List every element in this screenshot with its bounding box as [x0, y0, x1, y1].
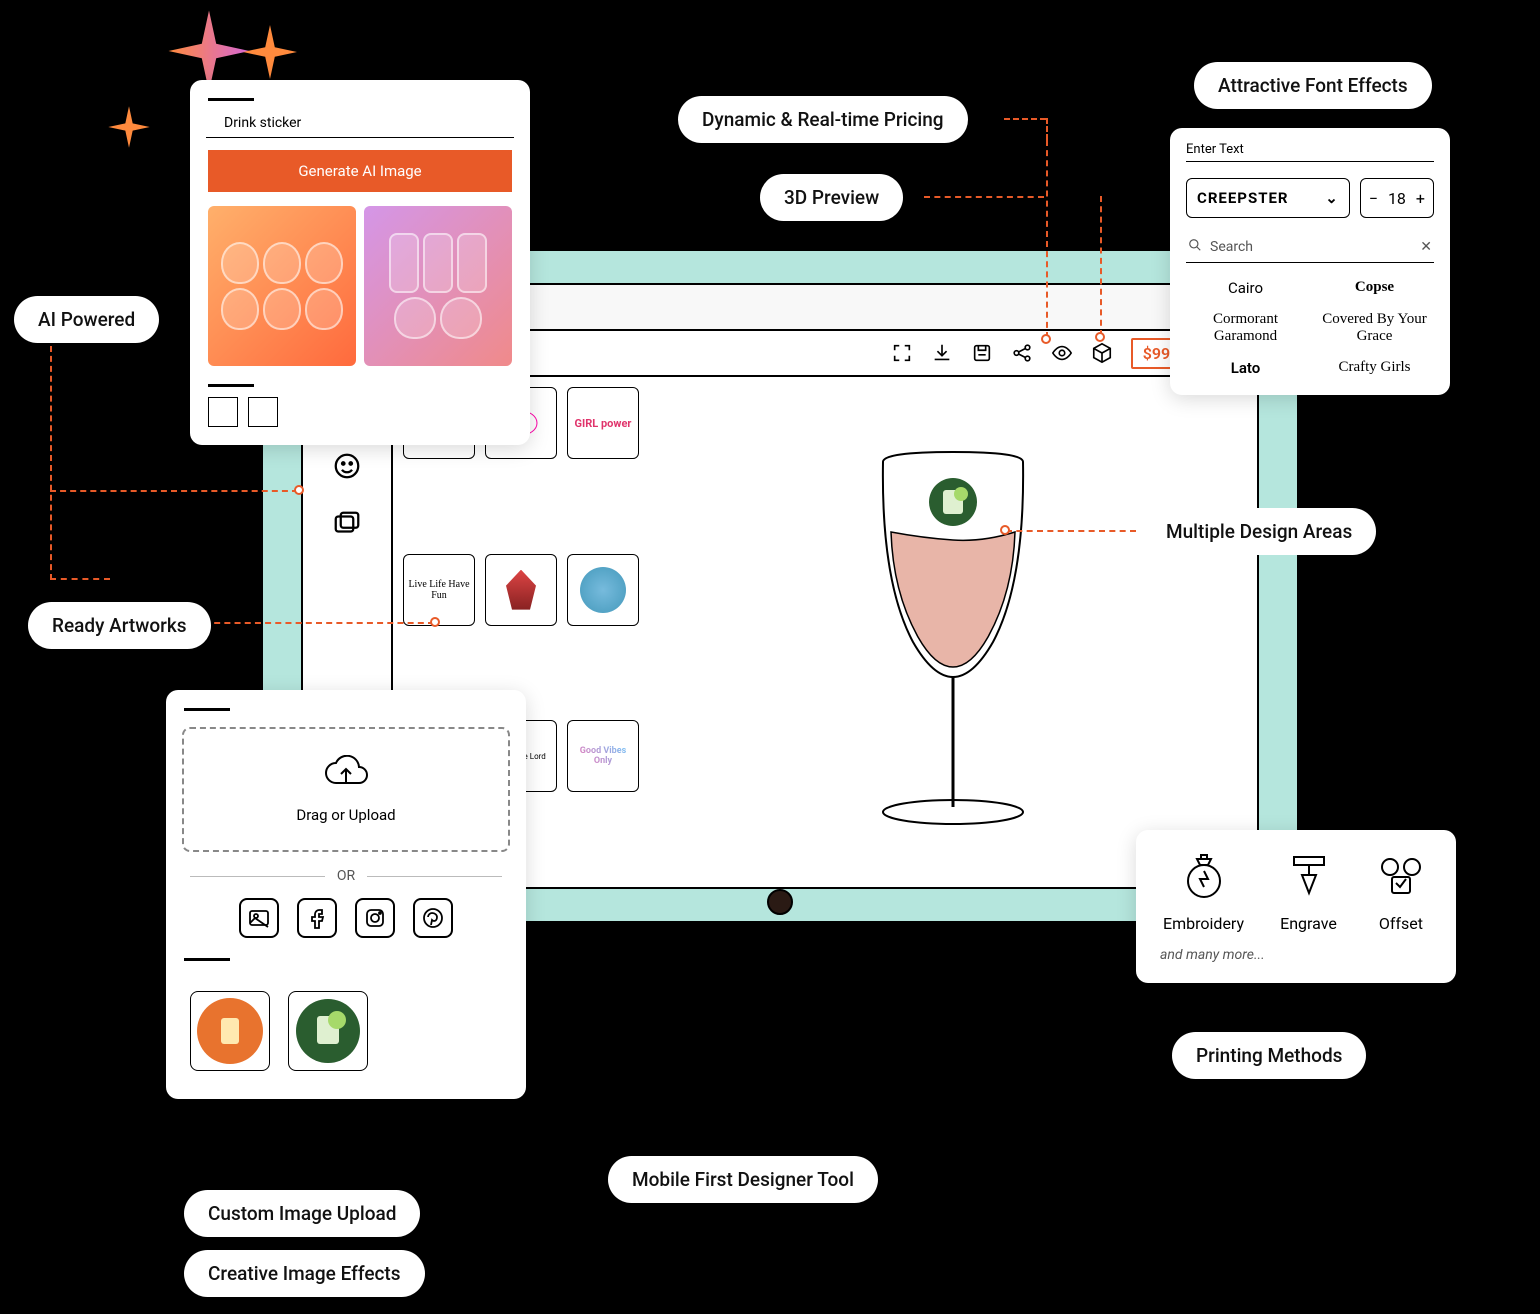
photo-tool-icon[interactable] — [332, 509, 362, 539]
artwork-thumb[interactable]: Live Life Have Fun — [403, 554, 475, 626]
print-method-label: Embroidery — [1163, 914, 1244, 933]
font-card: Enter Text CREEPSTER ⌄ − 18 + Search ✕ C… — [1170, 128, 1450, 395]
plus-icon[interactable]: + — [1416, 189, 1425, 208]
feature-upload-pill: Custom Image Upload — [184, 1190, 420, 1237]
font-option[interactable]: Crafty Girls — [1315, 359, 1434, 377]
sparkle-icon — [106, 104, 152, 150]
feature-mobile-pill: Mobile First Designer Tool — [608, 1156, 878, 1203]
font-size-stepper[interactable]: − 18 + — [1360, 178, 1434, 218]
print-method[interactable]: Offset — [1373, 848, 1429, 933]
preview-icon[interactable] — [1051, 342, 1073, 364]
print-method[interactable]: Embroidery — [1163, 848, 1244, 933]
uploaded-image-thumb[interactable] — [288, 991, 368, 1071]
instagram-icon[interactable] — [355, 898, 395, 938]
feature-ai-pill: AI Powered — [14, 296, 159, 343]
monitor-camera — [767, 889, 793, 915]
print-method[interactable]: Engrave — [1280, 848, 1337, 933]
expand-icon[interactable] — [891, 342, 913, 364]
upload-dropzone[interactable]: Drag or Upload — [182, 727, 510, 852]
ai-result-image[interactable] — [208, 206, 356, 366]
ai-input-value[interactable]: Drink sticker — [206, 115, 514, 138]
ai-option-square[interactable] — [248, 397, 278, 427]
emoji-tool-icon[interactable] — [332, 451, 362, 481]
font-option[interactable]: Cairo — [1186, 279, 1305, 297]
font-option[interactable]: Copse — [1315, 279, 1434, 297]
save-icon[interactable] — [971, 342, 993, 364]
upload-card: Drag or Upload OR — [166, 690, 526, 1099]
product-wine-glass — [843, 432, 1063, 832]
embroidery-icon — [1176, 848, 1232, 904]
artwork-thumb[interactable] — [485, 554, 557, 626]
font-enter-text-label: Enter Text — [1170, 142, 1450, 161]
cloud-upload-icon — [210, 755, 482, 800]
engrave-icon — [1281, 848, 1337, 904]
font-option[interactable]: Cormorant Garamond — [1186, 311, 1305, 345]
print-method-label: Offset — [1373, 914, 1429, 933]
artwork-thumb[interactable]: GIRL power — [567, 387, 639, 459]
minus-icon[interactable]: − — [1369, 189, 1378, 208]
or-divider: OR — [166, 868, 526, 884]
font-option[interactable]: Lato — [1186, 359, 1305, 377]
monitor-stand — [680, 924, 880, 1084]
pinterest-icon[interactable] — [413, 898, 453, 938]
cube-3d-icon[interactable] — [1091, 342, 1113, 364]
feature-effects-pill: Creative Image Effects — [184, 1250, 425, 1297]
artwork-thumb[interactable] — [567, 554, 639, 626]
printing-card: Embroidery Engrave Offset and many more.… — [1136, 830, 1456, 983]
sparkle-icon — [240, 22, 300, 82]
print-more-text: and many more... — [1136, 943, 1456, 983]
share-icon[interactable] — [1011, 342, 1033, 364]
font-search-input[interactable]: Search ✕ — [1186, 232, 1434, 263]
font-search-placeholder: Search — [1210, 239, 1253, 255]
ai-result-image[interactable] — [364, 206, 512, 366]
gallery-icon[interactable] — [239, 898, 279, 938]
download-icon[interactable] — [931, 342, 953, 364]
search-icon — [1188, 238, 1202, 256]
facebook-icon[interactable] — [297, 898, 337, 938]
feature-ready-pill: Ready Artworks — [28, 602, 211, 649]
ai-card: Drink sticker Generate AI Image — [190, 80, 530, 445]
print-method-label: Engrave — [1280, 914, 1337, 933]
font-option[interactable]: Covered By Your Grace — [1315, 311, 1434, 345]
uploaded-image-thumb[interactable] — [190, 991, 270, 1071]
generate-ai-button[interactable]: Generate AI Image — [208, 150, 512, 192]
artwork-thumb[interactable]: Good Vibes Only — [567, 720, 639, 792]
ai-option-square[interactable] — [208, 397, 238, 427]
upload-drop-label: Drag or Upload — [210, 806, 482, 824]
feature-3d-pill: 3D Preview — [760, 174, 903, 221]
font-family-select[interactable]: CREEPSTER ⌄ — [1186, 178, 1350, 218]
feature-dynamic-pill: Dynamic & Real-time Pricing — [678, 96, 968, 143]
design-canvas[interactable] — [649, 377, 1257, 887]
close-icon[interactable]: ✕ — [1420, 239, 1432, 255]
feature-areas-pill: Multiple Design Areas — [1142, 508, 1376, 555]
font-selected-value: CREEPSTER — [1197, 189, 1289, 207]
font-size-value: 18 — [1388, 189, 1406, 208]
feature-fonts-pill: Attractive Font Effects — [1194, 62, 1432, 109]
feature-printing-pill: Printing Methods — [1172, 1032, 1366, 1079]
offset-icon — [1373, 848, 1429, 904]
chevron-down-icon: ⌄ — [1325, 189, 1339, 207]
